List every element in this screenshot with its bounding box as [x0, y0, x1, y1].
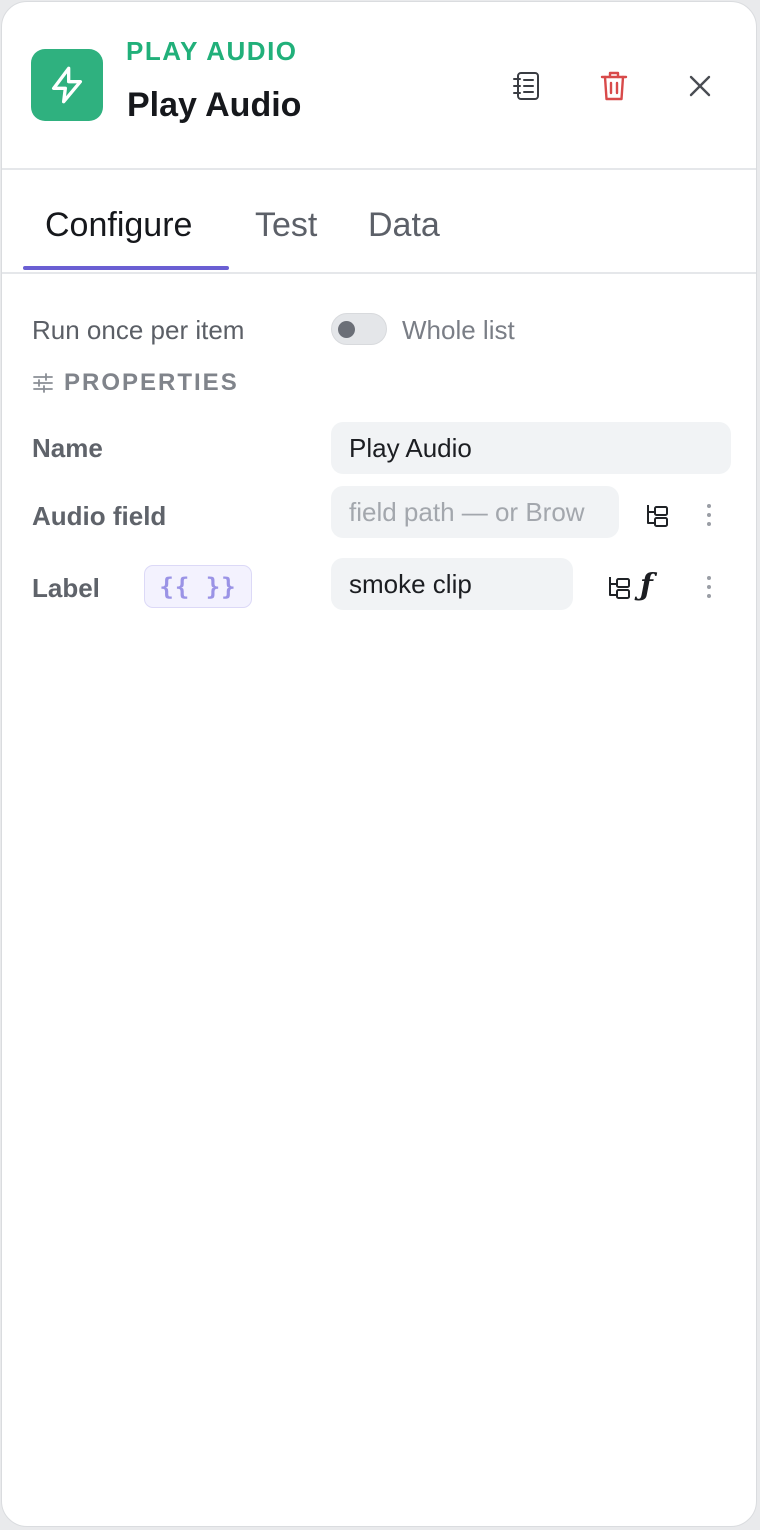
- node-title: Play Audio: [127, 86, 302, 124]
- close-icon: [689, 75, 711, 97]
- tree-browse-icon: [609, 577, 630, 599]
- sliders-icon: [33, 373, 53, 393]
- close-button[interactable]: [678, 64, 722, 108]
- trash-icon: [600, 71, 628, 101]
- delete-button[interactable]: [592, 64, 636, 108]
- audio-field-label: Audio field: [32, 501, 167, 531]
- label-browse-button[interactable]: [601, 569, 637, 605]
- tab-test[interactable]: Test: [255, 206, 317, 245]
- notebook-icon: [513, 72, 539, 100]
- audio-field-browse-button[interactable]: [639, 497, 675, 533]
- run-mode-toggle[interactable]: [331, 313, 387, 345]
- label-more-button[interactable]: [699, 569, 719, 605]
- properties-section-header: PROPERTIES: [32, 369, 239, 397]
- tab-configure[interactable]: Configure: [45, 206, 192, 245]
- properties-section-title: PROPERTIES: [64, 369, 239, 396]
- audio-field-input[interactable]: field path — or Brow: [331, 486, 619, 538]
- label-input[interactable]: smoke clip: [331, 558, 573, 610]
- run-mode-label: Run once per item: [32, 315, 245, 345]
- function-fx-button[interactable]: ƒ: [640, 568, 653, 603]
- template-braces-badge[interactable]: {{ }}: [144, 565, 252, 608]
- run-mode-toggle-text: Whole list: [402, 315, 515, 345]
- label-field-label: Label: [32, 573, 100, 603]
- tab-data[interactable]: Data: [368, 206, 440, 245]
- tab-bar: Configure Test Data: [2, 170, 756, 274]
- audio-field-more-button[interactable]: [699, 497, 719, 533]
- name-label: Name: [32, 433, 103, 463]
- notes-button[interactable]: [505, 64, 549, 108]
- name-input[interactable]: Play Audio: [331, 422, 731, 474]
- toggle-knob: [338, 321, 355, 338]
- tree-browse-icon: [647, 505, 668, 527]
- panel-header: PLAY AUDIO Play Audio: [2, 2, 756, 170]
- active-tab-indicator: [23, 266, 229, 270]
- lightning-icon: [31, 49, 103, 121]
- node-type-label: PLAY AUDIO: [126, 36, 298, 66]
- node-config-panel: PLAY AUDIO Play Audio Configure Test Dat…: [1, 1, 757, 1527]
